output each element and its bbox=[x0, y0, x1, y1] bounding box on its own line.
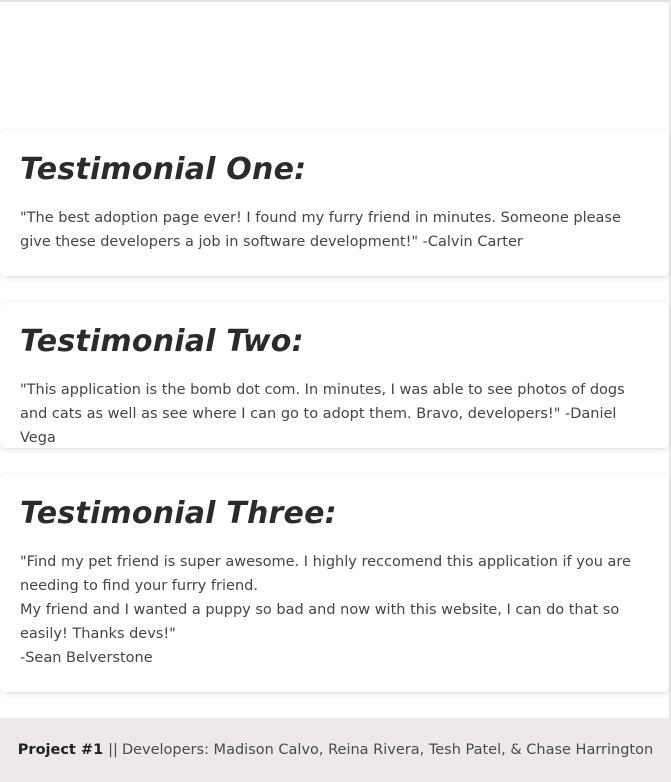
testimonial-three-title: Testimonial Three: bbox=[20, 496, 337, 531]
testimonial-card-three: Testimonial Three: "Find my pet friend i… bbox=[0, 474, 669, 692]
testimonial-one-title: Testimonial One: bbox=[20, 152, 307, 187]
footer-developers-text: Developers: Madison Calvo, Reina Rivera,… bbox=[121, 742, 654, 758]
testimonial-three-text: "Find my pet friend is super awesome. I … bbox=[20, 532, 649, 670]
page: Testimonial One: "The best adoption page… bbox=[0, 0, 671, 782]
footer-project-label: Project #1 bbox=[17, 742, 104, 758]
page-footer: Project #1 || Developers: Madison Calvo,… bbox=[0, 718, 671, 782]
testimonial-three-line-1: "Find my pet friend is super awesome. I … bbox=[20, 554, 631, 594]
testimonial-three-line-2: My friend and I wanted a puppy so bad an… bbox=[20, 602, 620, 642]
testimonial-card-one: Testimonial One: "The best adoption page… bbox=[0, 130, 669, 276]
testimonial-three-author: -Sean Belverstone bbox=[20, 650, 153, 666]
footer-separator: || bbox=[108, 742, 118, 758]
testimonial-one-text: "The best adoption page ever! I found my… bbox=[20, 210, 621, 250]
testimonial-card-two: Testimonial Two: "This application is th… bbox=[0, 302, 669, 448]
testimonial-two-title: Testimonial Two: bbox=[20, 324, 304, 359]
top-divider bbox=[0, 0, 671, 2]
testimonial-two-text: "This application is the bomb dot com. I… bbox=[20, 382, 625, 446]
